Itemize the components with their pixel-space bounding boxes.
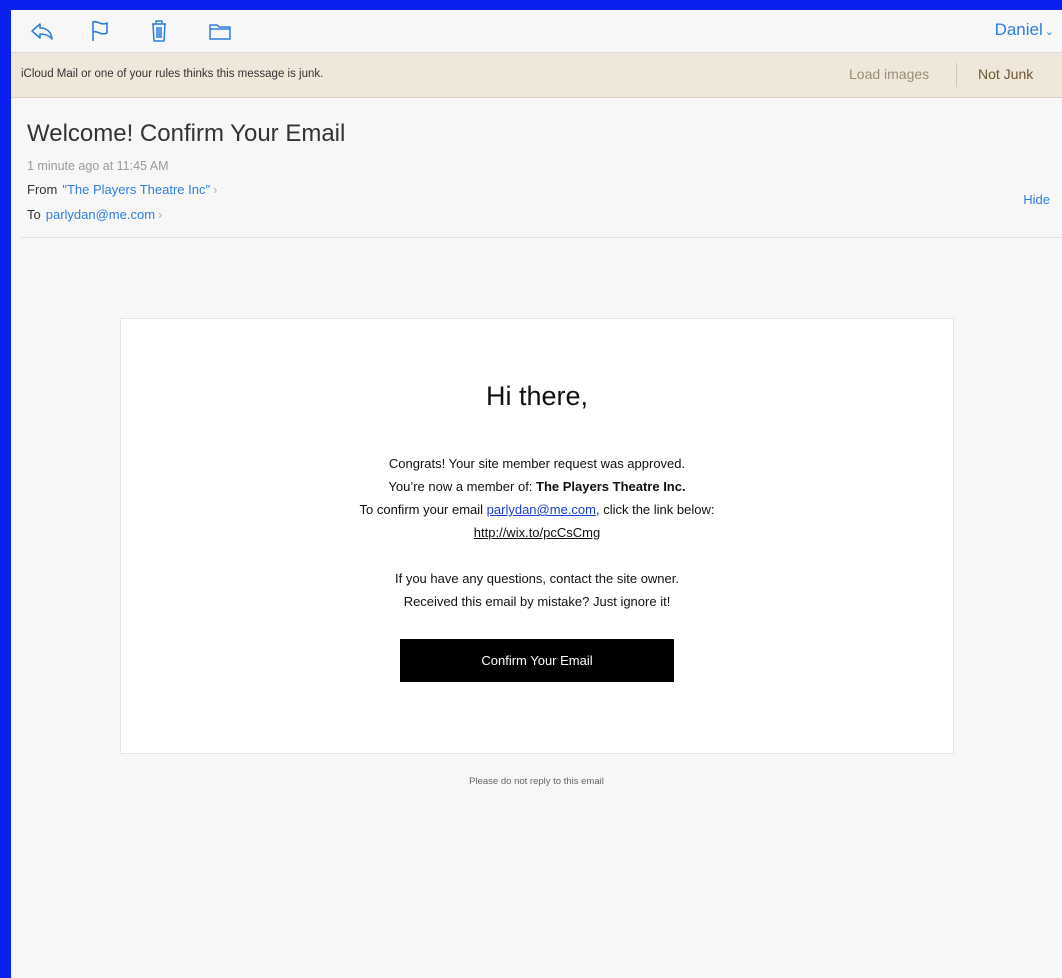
junk-message: iCloud Mail or one of your rules thinks … — [21, 68, 324, 80]
membership-prefix: You’re now a member of: — [388, 479, 537, 494]
mail-window: Daniel ⌄ iCloud Mail or one of your rules… — [11, 10, 1062, 978]
load-images-button[interactable]: Load images — [849, 66, 929, 82]
from-label: From — [27, 182, 58, 197]
email-body-text: Congrats! Your site member request was a… — [121, 452, 953, 613]
folder-icon[interactable] — [207, 19, 233, 43]
email-body-card: Hi there, Congrats! Your site member req… — [120, 318, 954, 754]
hide-details-link[interactable]: Hide — [1023, 192, 1050, 207]
confirm-url-line: http://wix.to/pcCsCmg — [121, 521, 953, 544]
from-sender[interactable]: "The Players Theatre Inc" — [62, 182, 210, 197]
confirm-url-link[interactable]: http://wix.to/pcCsCmg — [474, 525, 600, 540]
confirm-line: To confirm your email parlydan@me.com, c… — [121, 498, 953, 521]
from-row: From "The Players Theatre Inc" › — [27, 182, 217, 197]
message-date: 1 minute ago at 11:45 AM — [27, 159, 169, 173]
confirm-prefix: To confirm your email — [359, 502, 487, 517]
chevron-down-icon: ⌄ — [1044, 26, 1054, 38]
confirm-suffix: , click the link below: — [595, 502, 715, 517]
trash-icon[interactable] — [146, 19, 172, 43]
reply-icon[interactable] — [29, 19, 55, 43]
mistake-line: Received this email by mistake? Just ign… — [403, 594, 671, 609]
to-label: To — [27, 207, 41, 222]
to-row: To parlydan@me.com › — [27, 207, 162, 222]
not-junk-button[interactable]: Not Junk — [978, 66, 1033, 82]
junk-divider — [956, 63, 957, 87]
email-address-link[interactable]: parlydan@me.com — [487, 502, 596, 517]
toolbar: Daniel ⌄ — [11, 10, 1062, 53]
message-header: Welcome! Confirm Your Email 1 minute ago… — [11, 98, 1062, 238]
site-name: The Players Theatre Inc. — [536, 479, 686, 494]
junk-banner: iCloud Mail or one of your rules thinks … — [11, 53, 1062, 98]
chevron-right-icon: › — [213, 182, 218, 197]
message-subject: Welcome! Confirm Your Email — [27, 120, 346, 147]
chevron-right-icon: › — [158, 207, 163, 222]
account-menu-button[interactable]: Daniel ⌄ — [995, 20, 1054, 40]
account-name: Daniel — [994, 20, 1043, 39]
approval-line: Congrats! Your site member request was a… — [388, 456, 686, 471]
questions-line: If you have any questions, contact the s… — [394, 571, 679, 586]
flag-icon[interactable] — [87, 19, 113, 43]
header-divider — [21, 237, 1062, 238]
membership-line: You’re now a member of: The Players Thea… — [121, 475, 953, 498]
footer-note: Please do not reply to this email — [469, 776, 604, 787]
greeting: Hi there, — [485, 381, 589, 411]
to-recipient[interactable]: parlydan@me.com — [46, 207, 155, 222]
confirm-email-button[interactable]: Confirm Your Email — [400, 639, 674, 682]
